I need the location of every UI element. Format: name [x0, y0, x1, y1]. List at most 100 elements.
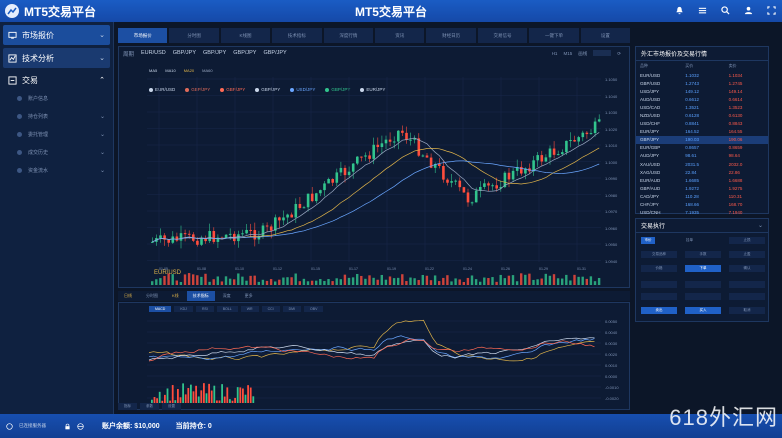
volume-bar — [503, 278, 506, 285]
tab-indicators[interactable]: 技术指标 — [272, 28, 322, 43]
bottom-tab[interactable]: 分时图 — [140, 291, 164, 301]
sell-button[interactable]: 卖出 — [641, 307, 677, 314]
indicator-bar — [244, 394, 247, 403]
leverage-field[interactable] — [685, 281, 721, 288]
volume-bar — [212, 279, 215, 285]
quote-row[interactable]: XAG/USD 22.84 22.86 — [636, 168, 768, 176]
candle-body — [401, 130, 404, 133]
dot-icon — [17, 95, 22, 101]
quote-row[interactable]: GBP/USD 1.2743 1.2745 — [636, 79, 768, 87]
quote-row[interactable]: XAU/USD 2031.5 2032.0 — [636, 160, 768, 168]
indicator-tick: -0.0020 — [605, 396, 619, 401]
quote-row[interactable]: GBP/JPY 190.03 190.06 — [636, 135, 768, 144]
volume-bar — [319, 279, 322, 285]
candle-body — [200, 238, 203, 245]
comment-field[interactable] — [685, 293, 721, 300]
price-field[interactable]: 价格 — [641, 265, 677, 272]
bottom-tab[interactable]: K线 — [166, 291, 185, 301]
sidebar-item-trade[interactable]: 交易 ⌃ — [3, 71, 110, 89]
quote-ask: 1.1034 — [728, 72, 743, 78]
buy-button[interactable]: 买入 — [685, 307, 721, 314]
tab-kline[interactable]: K线图 — [220, 28, 271, 43]
quote-ask: 22.86 — [728, 169, 740, 175]
bottom-tab[interactable]: 深度 — [217, 291, 237, 301]
indicator-bar — [164, 394, 166, 403]
indicator-bottom-tab[interactable]: 参数 — [140, 403, 159, 410]
bottom-tab[interactable]: 技术指标 — [186, 291, 215, 301]
sidebar-subitem-history[interactable]: 成交历史 ⌄ — [3, 143, 110, 161]
stop-loss-field[interactable]: 止损 — [729, 237, 765, 244]
time-tick: 01-15 — [311, 267, 320, 271]
indicator-chart[interactable]: MACD KDJ RSI BOLL WR CCI DMI OBV 0.0050 0… — [118, 302, 630, 410]
candle-body — [569, 140, 572, 142]
quote-row[interactable]: EUR/AUD 1.6685 1.6688 — [636, 176, 768, 184]
expiry-field[interactable] — [641, 293, 677, 300]
candle-body — [438, 163, 441, 166]
cancel-button[interactable]: 取消 — [729, 307, 765, 314]
indicator-bottom-tab[interactable]: 设置 — [162, 403, 181, 410]
volume-bar — [278, 279, 281, 285]
lots-field[interactable]: 手数 — [685, 251, 721, 258]
tab-calendar[interactable]: 财经日历 — [426, 28, 476, 43]
market-order-button[interactable]: 市价 — [641, 237, 655, 244]
candle-body — [187, 233, 191, 235]
volume-bar — [269, 279, 273, 285]
sidebar-item-label: 市场报价 — [22, 30, 54, 40]
candle-body — [339, 167, 343, 173]
search-icon[interactable] — [718, 3, 732, 17]
tab-timeshare[interactable]: 分时图 — [169, 28, 219, 43]
tab-news[interactable]: 资讯 — [375, 28, 425, 43]
quote-row[interactable]: USD/CNH 7.1935 7.1940 — [636, 209, 768, 217]
volume-field[interactable] — [641, 281, 677, 288]
quote-row[interactable]: EUR/USD 1.1032 1.1034 — [636, 71, 768, 79]
user-icon[interactable] — [741, 3, 755, 17]
tab-signals[interactable]: 交易信号 — [477, 28, 528, 43]
quote-row[interactable]: AUD/USD 0.6612 0.6614 — [636, 95, 768, 103]
chevron-down-icon[interactable]: ⌄ — [758, 222, 763, 229]
sidebar-subitem-account[interactable]: 账户信息 — [3, 89, 110, 107]
quote-row[interactable]: GBP/AUD 1.9272 1.9275 — [636, 184, 768, 192]
quote-row[interactable]: CAD/JPY 110.28 110.31 — [636, 192, 768, 200]
quote-row[interactable]: USD/CHF 0.8841 0.8843 — [636, 120, 768, 128]
bell-icon[interactable] — [672, 3, 686, 17]
take-profit-field[interactable]: 止盈 — [729, 251, 765, 258]
candle-body — [384, 139, 388, 144]
bottom-tab[interactable]: 更多 — [239, 291, 259, 301]
volume-bar — [425, 275, 429, 285]
symbol-select[interactable]: 交易品种 — [641, 251, 677, 258]
tab-depth[interactable]: 深度行情 — [323, 28, 374, 43]
quote-row[interactable]: USD/JPY 149.12 149.14 — [636, 87, 768, 95]
settings-icon[interactable] — [695, 3, 709, 17]
quote-row[interactable]: USD/CAD 1.3521 1.3523 — [636, 103, 768, 111]
quote-row[interactable]: CHF/JPY 168.66 168.70 — [636, 201, 768, 209]
quote-row[interactable]: AUD/JPY 98.61 98.64 — [636, 152, 768, 160]
tab-settings[interactable]: 设置 — [580, 28, 631, 43]
tab-one-click[interactable]: 一键下单 — [529, 28, 579, 43]
volume-bar — [487, 278, 490, 285]
chevron-down-icon: ⌄ — [99, 113, 105, 120]
volume-bar — [552, 274, 556, 285]
main-chart[interactable]: 周期 EUR/USD GBP/JPY GBP/JPY GBP/JPY GBP/J… — [118, 46, 630, 288]
volume-bar — [565, 274, 568, 285]
slippage-field[interactable] — [729, 281, 765, 288]
expand-icon[interactable] — [764, 3, 778, 17]
sidebar-subitem-positions[interactable]: 持仓列表 ⌄ — [3, 107, 110, 125]
indicator-bottom-tab[interactable]: 指标 — [118, 403, 137, 410]
sidebar-subitem-orders[interactable]: 委托管理 ⌄ — [3, 125, 110, 143]
candle-body — [261, 225, 265, 237]
quote-row[interactable]: EUR/JPY 164.52 164.55 — [636, 128, 768, 136]
place-order-button[interactable]: 下单 — [685, 265, 721, 272]
window-title: MT5交易平台 — [354, 4, 427, 19]
magic-field[interactable] — [729, 293, 765, 300]
sidebar-item-market[interactable]: 市场报价 ⌄ — [3, 25, 110, 45]
lock-icon[interactable] — [64, 423, 71, 430]
candle-body — [368, 155, 371, 159]
quote-row[interactable]: NZD/USD 0.6128 0.6130 — [636, 111, 768, 119]
globe-icon[interactable] — [77, 422, 84, 430]
quote-row[interactable]: EUR/GBP 0.8657 0.8659 — [636, 144, 768, 152]
sidebar-item-analysis[interactable]: 技术分析 ⌄ — [3, 48, 110, 68]
confirm-field[interactable]: 确认 — [729, 265, 765, 272]
bottom-tab[interactable]: 日线 — [118, 291, 138, 301]
tab-market[interactable]: 市场报价 — [118, 28, 168, 43]
sidebar-subitem-funds[interactable]: 资金流水 ⌄ — [3, 161, 110, 179]
